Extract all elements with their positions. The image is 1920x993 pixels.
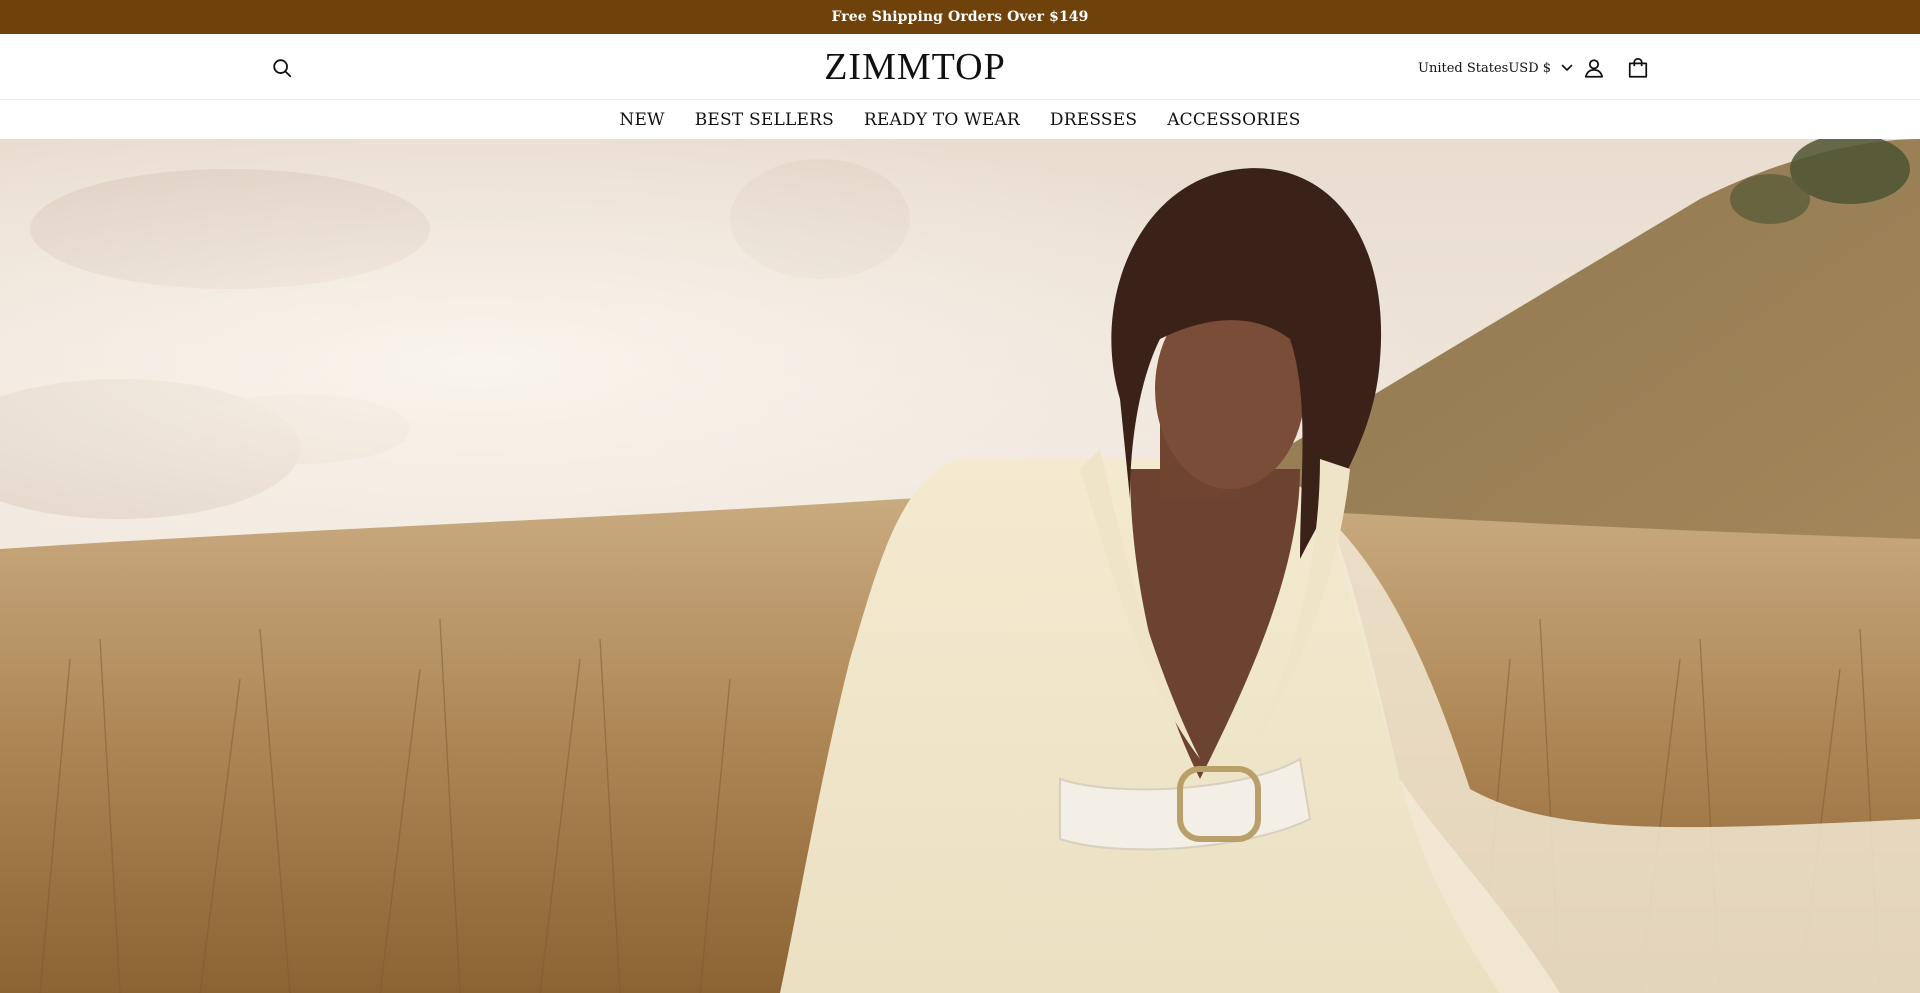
search-icon (273, 59, 292, 78)
main-navigation: NEW BEST SELLERS READY TO WEAR DRESSES A… (0, 100, 1920, 139)
announcement-text: Free Shipping Orders Over $149 (831, 9, 1089, 25)
site-header: ZIMMTOP United States USD $ (0, 34, 1920, 100)
nav-item-new[interactable]: NEW (619, 110, 664, 130)
cart-button[interactable] (1624, 54, 1652, 82)
locale-currency: USD $ (1508, 60, 1552, 76)
chevron-down-icon (1561, 64, 1573, 72)
nav-item-best-sellers[interactable]: BEST SELLERS (695, 110, 834, 130)
nav-item-dresses[interactable]: DRESSES (1050, 110, 1137, 130)
account-button[interactable] (1580, 54, 1608, 82)
shopping-bag-icon (1628, 57, 1648, 78)
hero-banner-image[interactable] (0, 139, 1920, 993)
user-icon (1584, 59, 1604, 78)
locale-selector[interactable]: United States USD $ (1418, 56, 1573, 80)
nav-item-ready-to-wear[interactable]: READY TO WEAR (864, 110, 1020, 130)
nav-item-accessories[interactable]: ACCESSORIES (1167, 110, 1300, 130)
site-logo[interactable]: ZIMMTOP (760, 42, 1070, 92)
search-button[interactable] (268, 54, 296, 82)
locale-country: United States (1418, 60, 1509, 76)
hero-illustration (0, 139, 1920, 993)
announcement-bar: Free Shipping Orders Over $149 (0, 0, 1920, 34)
